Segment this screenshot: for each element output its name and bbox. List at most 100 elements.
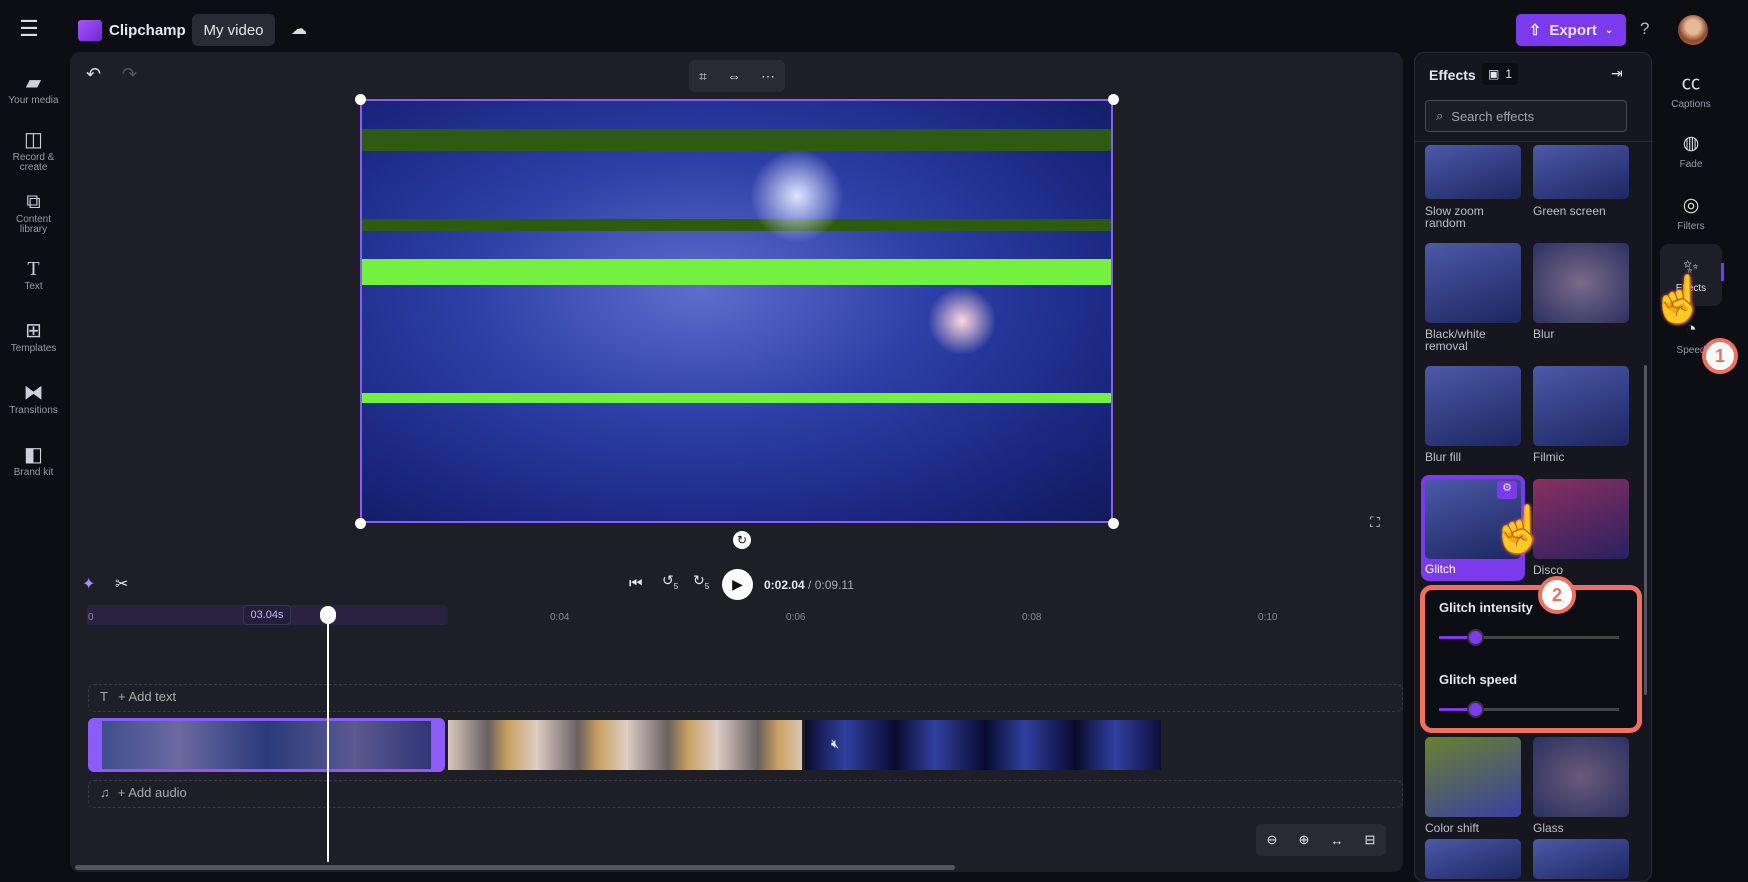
more-icon[interactable]: ⋯ bbox=[761, 68, 775, 85]
clipchamp-logo-icon bbox=[78, 20, 102, 41]
add-audio-button[interactable]: ♫ + Add audio bbox=[100, 785, 187, 800]
rewind-5-icon[interactable]: ↺5 bbox=[662, 572, 678, 591]
menu-icon[interactable]: ☰ bbox=[14, 16, 44, 42]
export-button[interactable]: ⇧ Export ⌄ bbox=[1516, 14, 1626, 46]
tick-label: 0:04 bbox=[550, 612, 570, 623]
play-button[interactable]: ▶ bbox=[722, 569, 753, 600]
glitch-speed-slider[interactable] bbox=[1439, 701, 1619, 718]
redo-icon[interactable]: ↷ bbox=[122, 64, 137, 85]
effect-label: Black/white removal bbox=[1425, 327, 1486, 353]
clip-duration-badge: 03.04s bbox=[243, 605, 291, 625]
project-title[interactable]: My video bbox=[192, 14, 275, 46]
sidebar-item-text[interactable]: T Text bbox=[0, 244, 67, 306]
effects-panel: Effects ▣ 1 ⇥ ⌕ Search effects Slow zoom r… bbox=[1414, 52, 1653, 882]
scissors-icon[interactable]: ✂ bbox=[115, 574, 128, 594]
video-clip[interactable] bbox=[448, 720, 802, 770]
effect-thumbnail[interactable] bbox=[1533, 839, 1629, 879]
rail-label: Captions bbox=[1671, 99, 1711, 110]
zoom-in-icon[interactable]: ⊕ bbox=[1299, 832, 1310, 848]
tick-label: 0 bbox=[88, 612, 94, 623]
glitch-intensity-slider[interactable] bbox=[1439, 629, 1619, 646]
effect-slow-zoom-random[interactable] bbox=[1425, 145, 1521, 199]
tick-label: 0:10 bbox=[1258, 612, 1278, 623]
tick-label: 0:06 bbox=[786, 612, 806, 623]
effect-blur[interactable] bbox=[1533, 243, 1629, 323]
effect-filmic[interactable] bbox=[1533, 366, 1629, 446]
video-toolbar: ⌗ ⇔ ⋯ bbox=[689, 60, 785, 92]
library-icon: ⧉ bbox=[26, 190, 41, 213]
video-clip[interactable]: 🔇︎ bbox=[805, 720, 1161, 770]
sidebar-item-templates[interactable]: ⊞ Templates bbox=[0, 306, 67, 368]
avatar[interactable] bbox=[1678, 15, 1708, 45]
playhead-handle[interactable] bbox=[320, 606, 336, 624]
zoom-out-icon[interactable]: ⊖ bbox=[1267, 832, 1278, 848]
forward-5-icon[interactable]: ↻5 bbox=[693, 572, 709, 591]
add-text-button[interactable]: T + Add text bbox=[100, 689, 176, 704]
sidebar-item-your-media[interactable]: ▰ Your media bbox=[0, 58, 67, 120]
skip-start-icon[interactable]: ⏮ bbox=[629, 575, 643, 592]
effect-label: Slow zoom random bbox=[1425, 204, 1484, 230]
sidebar-item-brand-kit[interactable]: ◧ Brand kit bbox=[0, 430, 67, 492]
chevron-down-icon: ⌄ bbox=[1604, 24, 1614, 36]
fit-timeline-icon[interactable]: ↔ bbox=[1330, 833, 1343, 848]
playhead[interactable] bbox=[327, 612, 329, 862]
sidebar-item-record[interactable]: ◫ Record & create bbox=[0, 120, 67, 182]
current-time: 0:02.04 bbox=[764, 578, 805, 592]
hand-cursor-icon: ☝ bbox=[1490, 503, 1548, 555]
adjust-settings-icon[interactable]: ⚙ bbox=[1497, 481, 1517, 499]
camera-icon: ◫ bbox=[24, 128, 43, 151]
video-preview[interactable] bbox=[360, 99, 1113, 523]
effect-blur-fill[interactable] bbox=[1425, 366, 1521, 446]
sidebar-label: Transitions bbox=[9, 404, 58, 416]
sidebar-label: Content library bbox=[15, 213, 52, 235]
add-text-track[interactable] bbox=[88, 684, 1403, 712]
captions-icon: ㏄ bbox=[1681, 73, 1701, 94]
add-audio-label: + Add audio bbox=[117, 785, 187, 800]
magic-icon[interactable]: ✦ bbox=[82, 574, 95, 594]
panel-scrollbar[interactable] bbox=[1644, 365, 1647, 695]
sidebar-item-transitions[interactable]: ⧓ Transitions bbox=[0, 368, 67, 430]
timeline-scrollbar[interactable] bbox=[75, 865, 955, 870]
panel-title: Effects bbox=[1429, 67, 1476, 83]
left-sidebar: ▰ Your media ◫ Record & create ⧉ Content li… bbox=[0, 58, 67, 492]
effect-color-shift[interactable] bbox=[1425, 737, 1521, 817]
rail-filters[interactable]: ◎ Filters bbox=[1660, 182, 1722, 244]
export-label: Export bbox=[1549, 21, 1597, 39]
crop-icon[interactable]: ⌗ bbox=[699, 68, 707, 85]
rotate-icon[interactable]: ↻ bbox=[733, 531, 751, 549]
rail-captions[interactable]: ㏄ Captions bbox=[1660, 58, 1722, 120]
rail-label: Fade bbox=[1679, 159, 1703, 170]
sidebar-label: Your media bbox=[8, 94, 59, 106]
text-icon: T bbox=[100, 689, 108, 704]
effect-label: Glitch bbox=[1425, 562, 1456, 576]
expand-icon[interactable]: ⊟ bbox=[1365, 832, 1376, 848]
video-clip-selected[interactable] bbox=[88, 718, 445, 772]
rewind-amount: 5 bbox=[673, 581, 679, 591]
effect-label: Disco bbox=[1533, 563, 1564, 577]
effect-label: Filmic bbox=[1533, 450, 1565, 464]
help-button[interactable]: ? bbox=[1640, 19, 1649, 39]
applied-count: 1 bbox=[1505, 67, 1513, 81]
cloud-off-icon[interactable]: ☁ bbox=[288, 18, 310, 40]
rail-fade[interactable]: ◍ Fade bbox=[1660, 120, 1722, 182]
trim-handle-left[interactable] bbox=[91, 721, 102, 769]
fade-icon: ◍ bbox=[1682, 133, 1700, 154]
add-audio-track[interactable] bbox=[88, 780, 1403, 808]
effect-green-screen[interactable] bbox=[1533, 145, 1629, 199]
collapse-panel-icon[interactable]: ⇥ bbox=[1611, 65, 1623, 82]
trim-handle-right[interactable] bbox=[431, 721, 442, 769]
fullscreen-icon[interactable]: ⛶ bbox=[1370, 514, 1380, 531]
fit-icon[interactable]: ⇔ bbox=[727, 68, 741, 84]
video-icon: ▣ bbox=[1488, 67, 1500, 81]
step-1-badge: 1 bbox=[1702, 338, 1738, 374]
effect-black-white-removal[interactable] bbox=[1425, 243, 1521, 323]
search-effects-input[interactable]: ⌕ Search effects bbox=[1425, 100, 1627, 132]
templates-icon: ⊞ bbox=[25, 319, 42, 342]
effect-glass[interactable] bbox=[1533, 737, 1629, 817]
active-indicator bbox=[1721, 263, 1724, 281]
sidebar-item-content-library[interactable]: ⧉ Content library bbox=[0, 182, 67, 244]
effect-disco[interactable] bbox=[1533, 479, 1629, 559]
add-text-label: + Add text bbox=[117, 689, 177, 704]
effect-thumbnail[interactable] bbox=[1425, 839, 1521, 879]
undo-icon[interactable]: ↶ bbox=[86, 64, 101, 85]
